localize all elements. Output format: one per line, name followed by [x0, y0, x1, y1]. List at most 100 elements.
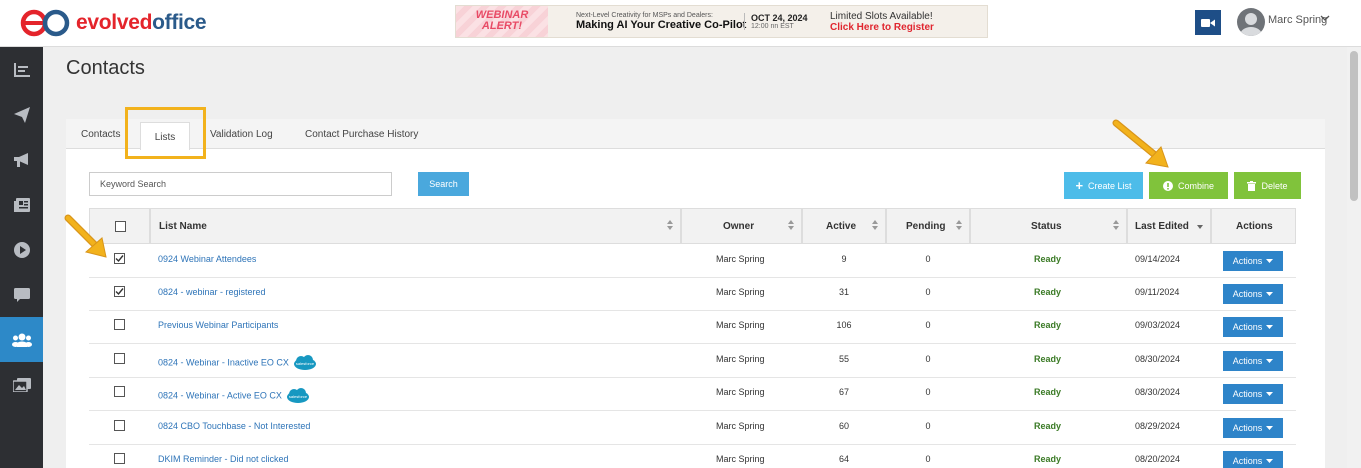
table-row[interactable]: 0824 - webinar - registered Marc Spring 31…: [89, 277, 1296, 311]
sidebar-item-announcements[interactable]: [0, 137, 43, 182]
sidebar-item-social[interactable]: [0, 272, 43, 317]
chevron-down-icon[interactable]: [1320, 14, 1330, 22]
actions-dropdown-button[interactable]: Actions: [1223, 284, 1283, 304]
svg-text:salesforce: salesforce: [289, 394, 308, 399]
last-edited-date: 09/14/2024: [1135, 254, 1181, 264]
actions-dropdown-button[interactable]: Actions: [1223, 418, 1283, 438]
sort-desc-icon[interactable]: [1197, 223, 1203, 233]
row-checkbox[interactable]: [114, 453, 125, 464]
active-count: 60: [838, 421, 850, 431]
pending-count: 0: [925, 421, 931, 431]
list-name-link[interactable]: 0824 - Webinar - Inactive EO CX salesforc…: [158, 354, 318, 372]
table-row[interactable]: Previous Webinar Participants Marc Spring…: [89, 310, 1296, 344]
video-camera-icon: [1201, 18, 1215, 27]
sidebar-item-gallery[interactable]: [0, 362, 43, 407]
last-edited-date: 08/30/2024: [1135, 387, 1181, 397]
header-last-edited[interactable]: Last Edited: [1127, 208, 1211, 244]
newspaper-icon: [13, 197, 30, 212]
sidebar-item-dashboard[interactable]: [0, 47, 43, 92]
send-icon: [13, 106, 30, 123]
banner-headline: Next-Level Creativity for MSPs and Deale…: [576, 12, 747, 31]
video-button[interactable]: [1195, 10, 1221, 35]
lists-table: List Name Owner Active Pending Status La…: [89, 208, 1296, 468]
actions-label: Actions: [1232, 289, 1263, 299]
sort-icon[interactable]: [667, 220, 673, 230]
actions-dropdown-button[interactable]: Actions: [1223, 451, 1283, 468]
caret-down-icon: [1266, 259, 1274, 263]
users-icon: [11, 333, 32, 347]
sidebar-item-videos[interactable]: [0, 227, 43, 272]
checkmark-icon: [115, 255, 124, 263]
list-name-link[interactable]: 0824 CBO Touchbase - Not Interested: [158, 421, 310, 431]
select-all-checkbox[interactable]: [115, 221, 126, 232]
pending-count: 0: [925, 254, 931, 264]
header-status[interactable]: Status: [970, 208, 1127, 244]
list-name-link[interactable]: 0824 - Webinar - Active EO CX salesforce: [158, 387, 311, 405]
sort-icon[interactable]: [872, 220, 878, 230]
user-name[interactable]: Marc Spring: [1268, 14, 1327, 26]
sort-icon[interactable]: [956, 220, 962, 230]
status-badge: Ready: [1034, 387, 1062, 397]
logo[interactable]: evolvedoffice: [20, 6, 207, 40]
status-badge: Ready: [1034, 287, 1062, 297]
row-checkbox[interactable]: [114, 253, 125, 264]
tab-contacts[interactable]: Contacts: [81, 129, 120, 140]
last-edited-date: 09/11/2024: [1135, 287, 1180, 297]
webinar-banner[interactable]: WEBINAR ALERT! Next-Level Creativity for…: [455, 5, 988, 38]
page-scrollbar[interactable]: [1347, 47, 1361, 468]
page-title: Contacts: [66, 57, 145, 79]
tab-validation-log[interactable]: Validation Log: [210, 129, 273, 140]
sort-icon[interactable]: [1113, 220, 1119, 230]
table-row[interactable]: 0824 - Webinar - Active EO CX salesforce M…: [89, 377, 1296, 411]
sidebar-item-contacts[interactable]: [0, 317, 43, 362]
list-name-link[interactable]: Previous Webinar Participants: [158, 320, 278, 330]
actions-dropdown-button[interactable]: Actions: [1223, 384, 1283, 404]
table-row[interactable]: DKIM Reminder - Did not clicked Marc Spri…: [89, 444, 1296, 468]
salesforce-icon: salesforce: [293, 355, 316, 370]
owner-cell: Marc Spring: [716, 454, 765, 464]
search-input[interactable]: [89, 172, 392, 196]
table-row[interactable]: 0824 CBO Touchbase - Not Interested Marc …: [89, 411, 1296, 445]
list-name-link[interactable]: DKIM Reminder - Did not clicked: [158, 454, 289, 464]
combine-button[interactable]: Combine: [1149, 172, 1228, 199]
search-button[interactable]: Search: [418, 172, 469, 196]
header-actions: Actions: [1211, 208, 1296, 244]
sidebar-item-campaigns[interactable]: [0, 92, 43, 137]
header-list-name[interactable]: List Name: [150, 208, 681, 244]
caret-down-icon: [1266, 325, 1274, 329]
logo-text: evolvedoffice: [76, 11, 207, 34]
caret-down-icon: [1266, 459, 1274, 463]
actions-dropdown-button[interactable]: Actions: [1223, 351, 1283, 371]
sidebar: [0, 47, 43, 468]
row-checkbox[interactable]: [114, 420, 125, 431]
active-count: 9: [841, 254, 847, 264]
actions-dropdown-button[interactable]: Actions: [1223, 317, 1283, 337]
header-active[interactable]: Active: [802, 208, 886, 244]
header-owner[interactable]: Owner: [681, 208, 802, 244]
scroll-thumb[interactable]: [1350, 51, 1358, 201]
list-name-link[interactable]: 0824 - webinar - registered: [158, 287, 266, 297]
status-badge: Ready: [1034, 254, 1062, 264]
list-name: 0924 Webinar Attendees: [158, 254, 257, 264]
logo-mark-icon: [20, 9, 70, 37]
sort-icon[interactable]: [788, 220, 794, 230]
combine-label: Combine: [1177, 180, 1215, 191]
create-list-button[interactable]: + Create List: [1064, 172, 1143, 199]
header-pending[interactable]: Pending: [886, 208, 970, 244]
pending-count: 0: [925, 320, 931, 330]
svg-text:salesforce: salesforce: [296, 361, 315, 366]
actions-dropdown-button[interactable]: Actions: [1223, 251, 1283, 271]
actions-label: Actions: [1232, 389, 1263, 399]
list-name-link[interactable]: 0924 Webinar Attendees: [158, 254, 256, 264]
row-checkbox[interactable]: [114, 319, 125, 330]
sidebar-item-newsletters[interactable]: [0, 182, 43, 227]
tab-contact-purchase-history[interactable]: Contact Purchase History: [305, 129, 418, 140]
row-checkbox[interactable]: [114, 386, 125, 397]
delete-button[interactable]: Delete: [1234, 172, 1301, 199]
row-checkbox[interactable]: [114, 286, 125, 297]
last-edited-date: 08/20/2024: [1135, 454, 1181, 464]
table-row[interactable]: 0924 Webinar Attendees Marc Spring 9 0 Ready…: [89, 244, 1296, 278]
row-checkbox[interactable]: [114, 353, 125, 364]
avatar[interactable]: [1237, 8, 1265, 36]
table-row[interactable]: 0824 - Webinar - Inactive EO CX salesforc…: [89, 344, 1296, 378]
